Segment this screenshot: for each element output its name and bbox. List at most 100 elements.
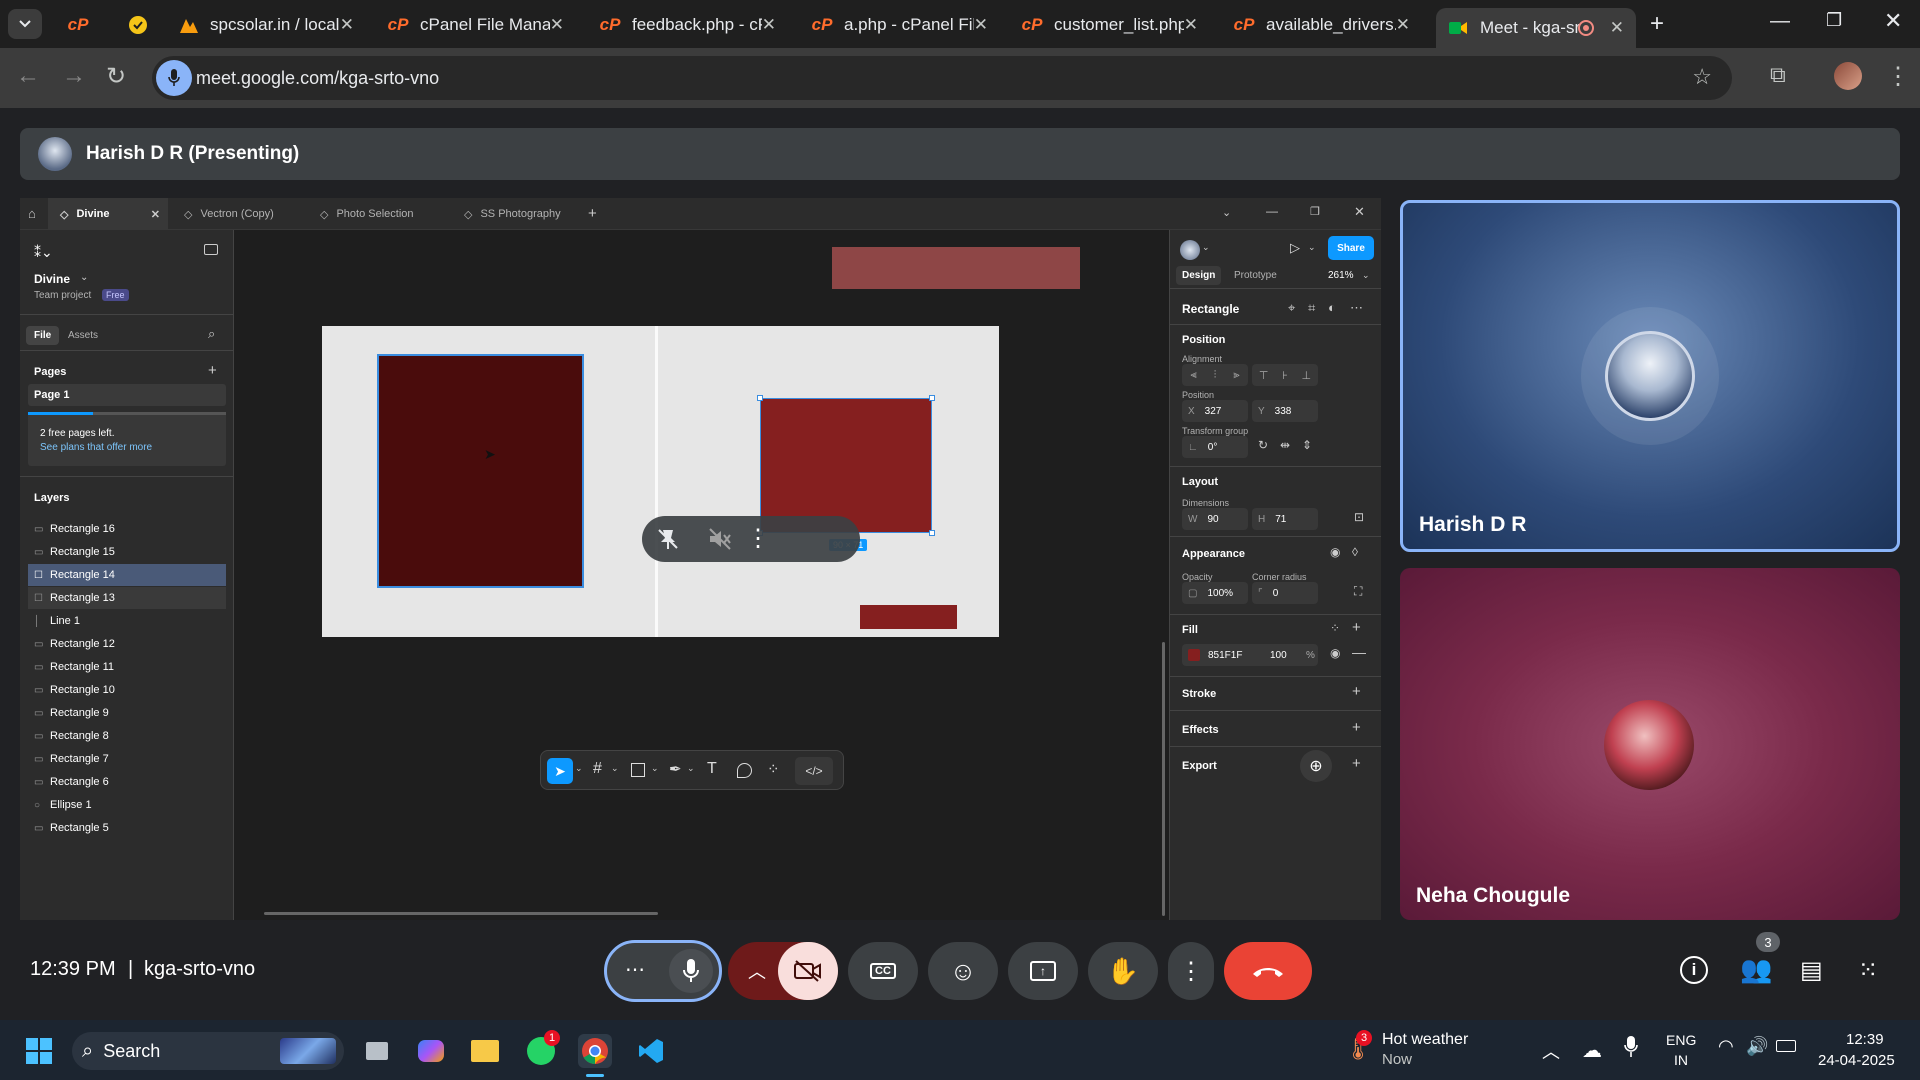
pen-tool-icon[interactable]: ✒ bbox=[669, 760, 682, 778]
minimize-button[interactable]: — bbox=[1770, 10, 1790, 33]
browser-tab[interactable]: cP cPanel File Manag ✕ bbox=[376, 8, 576, 42]
participant-tile[interactable]: Harish D R bbox=[1400, 200, 1900, 552]
add-fill-icon[interactable]: + bbox=[1352, 619, 1361, 636]
figma-tab-ss-photography[interactable]: ◇ SS Photography bbox=[448, 198, 588, 230]
back-icon[interactable]: ← bbox=[16, 62, 40, 90]
region-label[interactable]: IN bbox=[1674, 1052, 1688, 1068]
blend-mode-icon[interactable]: ◊ bbox=[1352, 545, 1358, 559]
layer-item[interactable]: ▭ Rectangle 9 bbox=[28, 702, 226, 724]
flip-vertical-icon[interactable]: ⇕ bbox=[1302, 438, 1312, 452]
layer-item[interactable]: ▭ Rectangle 8 bbox=[28, 725, 226, 747]
browser-tab[interactable]: spcsolar.in / localh ✕ bbox=[166, 8, 366, 42]
assets-tab[interactable]: Assets bbox=[68, 330, 98, 341]
activities-icon[interactable]: ⁙ bbox=[1858, 956, 1878, 985]
task-view-icon[interactable] bbox=[360, 1034, 394, 1068]
browser-tab[interactable]: cP available_drivers.p ✕ bbox=[1222, 8, 1422, 42]
weather-title[interactable]: Hot weather bbox=[1382, 1031, 1468, 1049]
volume-off-icon[interactable] bbox=[706, 525, 734, 553]
chevron-down-icon[interactable]: ⌄ bbox=[575, 763, 583, 774]
layer-item[interactable]: │ Line 1 bbox=[28, 610, 226, 632]
participant-tile[interactable]: Neha Chougule bbox=[1400, 568, 1900, 920]
bookmark-star-icon[interactable]: ☆ bbox=[1692, 64, 1712, 90]
restore-icon[interactable]: ❐ bbox=[1310, 205, 1320, 218]
chevron-up-icon[interactable]: ︿ bbox=[1542, 1038, 1560, 1064]
figma-tab-vectron[interactable]: ◇ Vectron (Copy) bbox=[168, 198, 308, 230]
layer-item[interactable]: ▭ Rectangle 12 bbox=[28, 633, 226, 655]
more-options-icon[interactable]: ⋮ bbox=[746, 524, 770, 553]
y-position-field[interactable]: Y 338 bbox=[1252, 400, 1318, 422]
windows-start-icon[interactable] bbox=[22, 1034, 56, 1068]
line-1[interactable] bbox=[655, 326, 658, 637]
restore-button[interactable]: ❐ bbox=[1826, 10, 1842, 31]
align-right-icon[interactable]: ⫸ bbox=[1233, 369, 1239, 382]
file-explorer-icon[interactable] bbox=[468, 1034, 502, 1068]
artboard-frame[interactable]: 90 × 71 bbox=[322, 326, 999, 637]
layer-item[interactable]: ▭ Rectangle 7 bbox=[28, 748, 226, 770]
browser-tab-active[interactable]: Meet - kga-srto ✕ bbox=[1436, 8, 1636, 48]
copilot-icon[interactable] bbox=[414, 1034, 448, 1068]
present-play-icon[interactable]: ▷ bbox=[1290, 240, 1300, 256]
text-tool-icon[interactable]: T bbox=[707, 760, 717, 778]
browser-tab[interactable]: cP feedback.php - cPa ✕ bbox=[588, 8, 788, 42]
close-icon[interactable]: ✕ bbox=[1396, 15, 1410, 35]
flip-horizontal-icon[interactable]: ⇹ bbox=[1280, 438, 1290, 452]
search-icon[interactable]: ⌕ bbox=[208, 326, 215, 342]
rectangle-14[interactable] bbox=[377, 354, 584, 588]
layer-item[interactable]: ▭ Rectangle 15 bbox=[28, 541, 226, 563]
clock-date[interactable]: 24-04-2025 bbox=[1818, 1052, 1895, 1069]
avatar[interactable] bbox=[1180, 240, 1200, 260]
vertical-scrollbar[interactable] bbox=[1162, 642, 1165, 916]
resize-handle[interactable] bbox=[757, 395, 763, 401]
people-icon[interactable]: 👥 bbox=[1740, 954, 1772, 985]
design-tab[interactable]: Design bbox=[1176, 266, 1222, 285]
extensions-icon[interactable]: ⧉ bbox=[1770, 62, 1786, 88]
close-icon[interactable]: ✕ bbox=[1184, 15, 1198, 35]
remove-fill-icon[interactable]: — bbox=[1352, 644, 1366, 660]
layer-item[interactable]: ▭ Rectangle 11 bbox=[28, 656, 226, 678]
frame-selection-icon[interactable]: ⌗ bbox=[1308, 300, 1315, 316]
chevron-down-icon[interactable]: ⌄ bbox=[1222, 206, 1231, 219]
browser-tab[interactable]: cP customer_list.php ✕ bbox=[1010, 8, 1210, 42]
chevron-down-icon[interactable]: ⌄ bbox=[1202, 242, 1210, 253]
resize-handle[interactable] bbox=[929, 395, 935, 401]
chevron-down-icon[interactable]: ⌄ bbox=[1308, 242, 1316, 253]
component-icon[interactable]: ⌖ bbox=[1288, 300, 1295, 316]
video-options-button[interactable]: ︿ bbox=[748, 958, 766, 984]
align-center-icon[interactable]: ⫶ bbox=[1214, 369, 1217, 382]
visibility-eye-icon[interactable]: ◉ bbox=[1330, 646, 1340, 660]
x-position-field[interactable]: X 327 bbox=[1182, 400, 1248, 422]
browser-tab[interactable]: cP bbox=[56, 8, 96, 42]
raise-hand-button[interactable]: ✋ bbox=[1088, 942, 1158, 1000]
components-tool-icon[interactable]: ⁘ bbox=[767, 760, 780, 778]
vscode-icon[interactable] bbox=[634, 1034, 668, 1068]
fill-swatch[interactable] bbox=[1188, 649, 1200, 661]
layer-item[interactable]: ▭ Rectangle 6 bbox=[28, 771, 226, 793]
clock-time[interactable]: 12:39 bbox=[1846, 1031, 1884, 1048]
home-icon[interactable]: ⌂ bbox=[28, 206, 36, 221]
chevron-down-icon[interactable]: ⌄ bbox=[1362, 270, 1370, 281]
layer-item[interactable]: ▭ Rectangle 5 bbox=[28, 817, 226, 839]
onedrive-icon[interactable]: ☁ bbox=[1582, 1038, 1602, 1063]
browser-tab[interactable] bbox=[116, 8, 156, 42]
tab-search-button[interactable] bbox=[8, 9, 42, 39]
forward-icon[interactable]: → bbox=[62, 62, 86, 90]
add-page-icon[interactable]: + bbox=[208, 362, 217, 379]
horizontal-scrollbar[interactable] bbox=[264, 912, 658, 915]
layer-item[interactable]: ▭ Rectangle 10 bbox=[28, 679, 226, 701]
chevron-down-icon[interactable]: ⌄ bbox=[611, 763, 619, 774]
file-name[interactable]: Divine bbox=[34, 272, 70, 286]
more-options-button[interactable]: ⋮ bbox=[1168, 942, 1214, 1000]
prototype-tab[interactable]: Prototype bbox=[1234, 270, 1277, 281]
rotate-icon[interactable]: ↻ bbox=[1258, 438, 1268, 452]
close-icon[interactable]: ✕ bbox=[1354, 204, 1365, 220]
close-icon[interactable]: ✕ bbox=[151, 208, 160, 221]
rectangle-selected[interactable] bbox=[757, 395, 935, 536]
layer-item[interactable]: ☐ Rectangle 13 bbox=[28, 587, 226, 609]
reload-icon[interactable]: ↻ bbox=[106, 62, 126, 91]
address-bar[interactable]: meet.google.com/kga-srto-vno ☆ bbox=[152, 56, 1732, 100]
align-top-icon[interactable]: ⊤ bbox=[1259, 369, 1269, 382]
chrome-icon[interactable] bbox=[578, 1034, 612, 1068]
rectangle-tool-icon[interactable] bbox=[631, 763, 645, 777]
chevron-down-icon[interactable]: ⌄ bbox=[687, 763, 695, 774]
file-tab[interactable]: File bbox=[26, 326, 60, 345]
